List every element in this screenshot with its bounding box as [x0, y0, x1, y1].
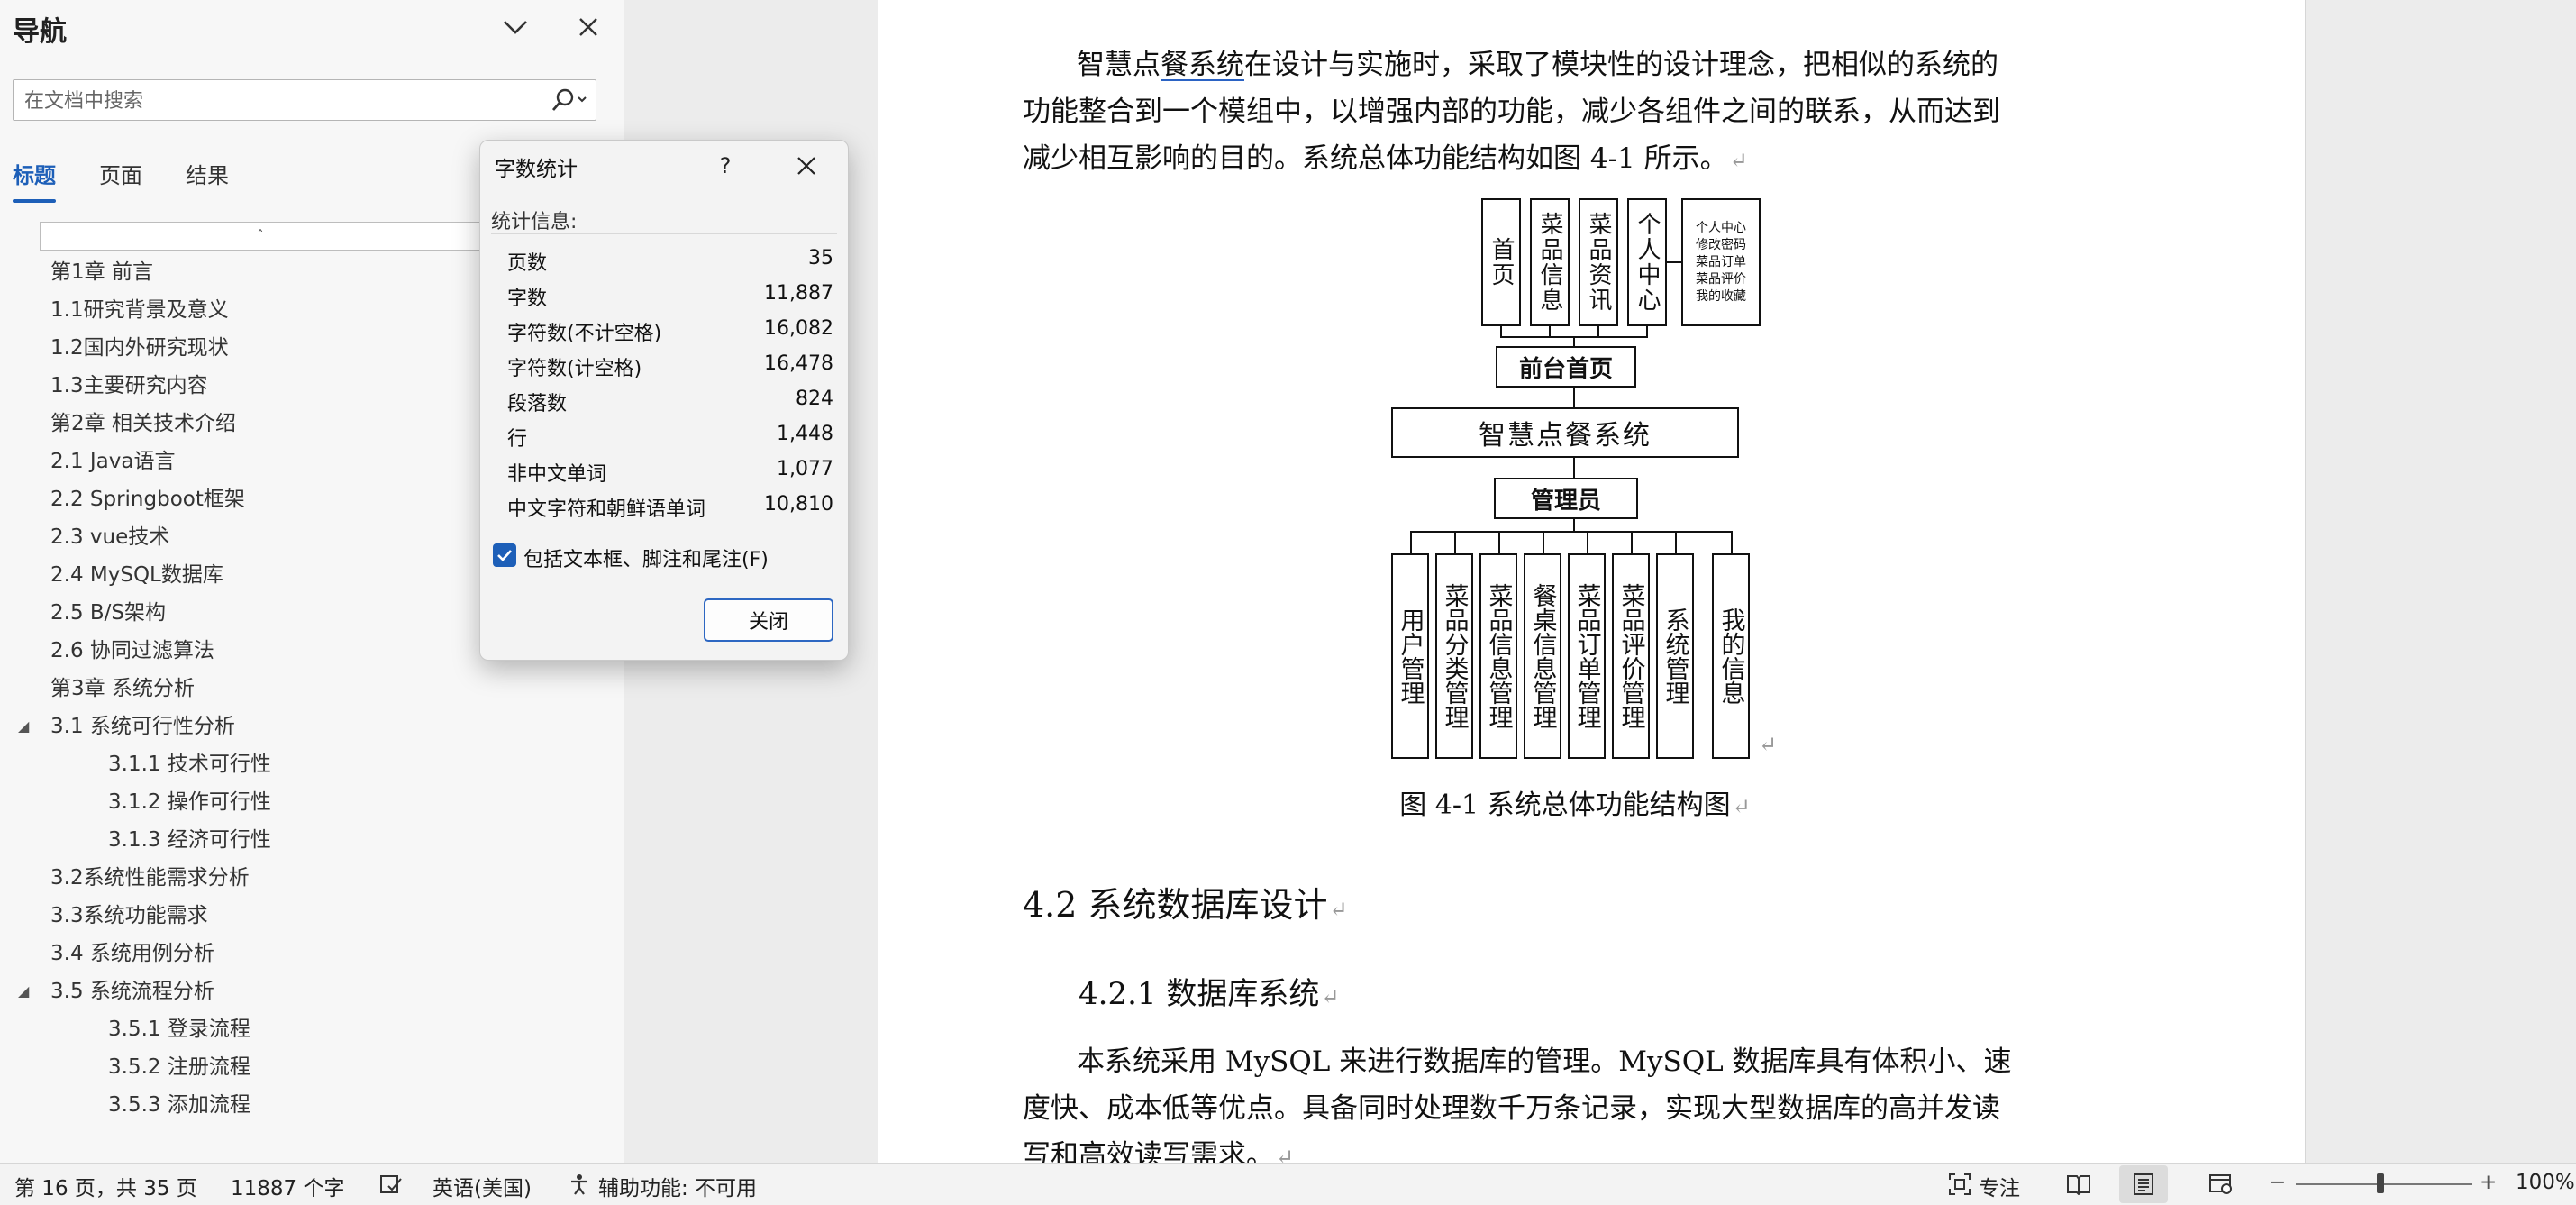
- diagram-box-order-mgmt: 菜品订单管理: [1568, 553, 1606, 759]
- close-icon[interactable]: [787, 146, 826, 186]
- proofing-icon[interactable]: [377, 1169, 405, 1200]
- web-layout-icon[interactable]: [2206, 1169, 2236, 1200]
- search-icon[interactable]: [543, 84, 590, 116]
- figure-caption: 图 4-1 系统总体功能结构图↵: [1399, 790, 1751, 821]
- stat-row: 字数 11,887: [507, 282, 833, 310]
- heading-item[interactable]: 3.1.1 技术可行性: [0, 748, 624, 786]
- focus-mode-button[interactable]: 专注: [1979, 1171, 2020, 1201]
- stat-row: 行 1,448: [507, 423, 833, 451]
- heading-item[interactable]: 3.4 系统用例分析: [0, 937, 624, 975]
- diagram-box-dish-info: 菜品信息: [1530, 198, 1570, 326]
- heading-collapse-bar[interactable]: ˆ: [40, 222, 481, 251]
- stat-row: 段落数 824: [507, 388, 833, 415]
- body-paragraph-line: 本系统采用 MySQL 来进行数据库的管理。MySQL 数据库具有体积小、速: [1077, 1045, 2012, 1078]
- expand-triangle-icon[interactable]: ◢: [18, 710, 29, 743]
- diagram-box-table-mgmt: 餐桌信息管理: [1524, 553, 1561, 759]
- body-paragraph-line: 度快、成本低等优点。具备同时处理数千万条记录，实现大型数据库的高并发读: [1023, 1092, 2000, 1125]
- heading-item[interactable]: 3.5.3 添加流程: [0, 1089, 624, 1127]
- stat-row: 字符数(不计空格) 16,082: [507, 317, 833, 345]
- close-nav-icon[interactable]: [570, 9, 606, 45]
- focus-icon[interactable]: [1946, 1169, 1973, 1200]
- zoom-out-button[interactable]: −: [2269, 1171, 2286, 1194]
- heading-item[interactable]: ◢ 3.1 系统可行性分析: [0, 710, 624, 748]
- tab-pages[interactable]: 页面: [99, 158, 142, 189]
- language-status[interactable]: 英语(美国): [432, 1171, 532, 1201]
- diagram-box-personal-center: 个人中心: [1627, 198, 1667, 326]
- diagram-box-admin: 管理员: [1494, 478, 1638, 519]
- document-area[interactable]: 智慧点餐系统在设计与实施时，采取了模块性的设计理念，把相似的系统的 功能整合到一…: [624, 0, 2576, 1163]
- subsection-heading: 4.2.1 数据库系统↵: [1079, 976, 1340, 1012]
- read-mode-icon[interactable]: [2063, 1169, 2094, 1200]
- heading-item[interactable]: ◢ 3.5 系统流程分析: [0, 975, 624, 1013]
- print-layout-icon[interactable]: [2128, 1169, 2159, 1200]
- nav-search-box: [13, 79, 596, 121]
- paragraph-mark: ↵: [1759, 732, 1778, 757]
- chevron-down-icon[interactable]: [497, 9, 533, 45]
- stat-row: 非中文单词 1,077: [507, 458, 833, 486]
- status-bar: 第 16 页，共 35 页 11887 个字 英语(美国) 辅助功能: 不可用 …: [0, 1163, 2576, 1205]
- function-structure-diagram: 首页 菜品信息 菜品资讯 个人中心 个人中心 修改密码 菜品订单 菜品评价 我的…: [878, 0, 2305, 811]
- include-textboxes-checkbox[interactable]: [493, 543, 516, 567]
- dialog-title: 字数统计: [495, 158, 578, 181]
- heading-item[interactable]: 3.2系统性能需求分析: [0, 862, 624, 899]
- diagram-box-review-mgmt: 菜品评价管理: [1612, 553, 1650, 759]
- heading-item[interactable]: 3.1.2 操作可行性: [0, 786, 624, 824]
- page-info[interactable]: 第 16 页，共 35 页: [14, 1171, 197, 1201]
- zoom-in-button[interactable]: +: [2480, 1171, 2497, 1194]
- nav-search-input[interactable]: [23, 84, 531, 118]
- diagram-box-my-info: 我的信息: [1712, 553, 1750, 759]
- stat-row: 字符数(计空格) 16,478: [507, 352, 833, 380]
- diagram-personal-note: 个人中心 修改密码 菜品订单 菜品评价 我的收藏: [1681, 198, 1761, 326]
- include-textboxes-label[interactable]: 包括文本框、脚注和尾注(F): [523, 543, 769, 572]
- zoom-slider-track[interactable]: [2296, 1183, 2472, 1185]
- diagram-box-system: 智慧点餐系统: [1391, 407, 1739, 458]
- heading-item[interactable]: 3.5.1 登录流程: [0, 1013, 624, 1051]
- accessibility-status[interactable]: 辅助功能: 不可用: [598, 1171, 757, 1201]
- diagram-box-category-mgmt: 菜品分类管理: [1435, 553, 1473, 759]
- diagram-box-system-mgmt: 系统管理: [1656, 553, 1694, 759]
- stat-row: 中文字符和朝鲜语单词 10,810: [507, 493, 833, 521]
- stat-row: 页数 35: [507, 247, 833, 275]
- tab-results[interactable]: 结果: [186, 158, 229, 189]
- document-page[interactable]: 智慧点餐系统在设计与实施时，采取了模块性的设计理念，把相似的系统的 功能整合到一…: [878, 0, 2305, 1163]
- accessibility-icon[interactable]: [566, 1169, 593, 1200]
- close-button[interactable]: 关闭: [704, 598, 833, 642]
- expand-triangle-icon[interactable]: ◢: [18, 975, 29, 1008]
- diagram-box-front-page: 前台首页: [1496, 346, 1636, 388]
- help-icon[interactable]: ?: [705, 146, 745, 186]
- tab-headings[interactable]: 标题: [13, 158, 56, 203]
- section-heading: 4.2 系统数据库设计↵: [1023, 885, 1348, 925]
- heading-item[interactable]: 3.1.3 经济可行性: [0, 824, 624, 862]
- diagram-box-dish-mgmt: 菜品信息管理: [1479, 553, 1517, 759]
- diagram-box-dish-news: 菜品资讯: [1579, 198, 1618, 326]
- word-count-status[interactable]: 11887 个字: [231, 1171, 344, 1201]
- heading-item[interactable]: 3.3系统功能需求: [0, 899, 624, 937]
- heading-item[interactable]: 第3章 系统分析: [0, 672, 624, 710]
- zoom-level[interactable]: 100%: [2516, 1171, 2575, 1194]
- statistics-label: 统计信息:: [491, 211, 578, 233]
- dialog-divider: [491, 233, 837, 234]
- diagram-box-front-home: 首页: [1481, 198, 1521, 326]
- nav-title: 导航: [13, 16, 67, 48]
- body-paragraph-line: 写和高效读写需求。↵: [1023, 1139, 1295, 1163]
- word-count-dialog: 字数统计 ? 统计信息: 页数 35 字数 11,887 字符数(不计空格) 16,0…: [479, 140, 849, 661]
- statistics-table: 页数 35 字数 11,887 字符数(不计空格) 16,082 字符数(计空格) 16…: [507, 243, 833, 525]
- heading-item[interactable]: 3.5.2 注册流程: [0, 1051, 624, 1089]
- zoom-slider-thumb[interactable]: [2377, 1173, 2384, 1193]
- diagram-box-user-mgmt: 用户管理: [1391, 553, 1429, 759]
